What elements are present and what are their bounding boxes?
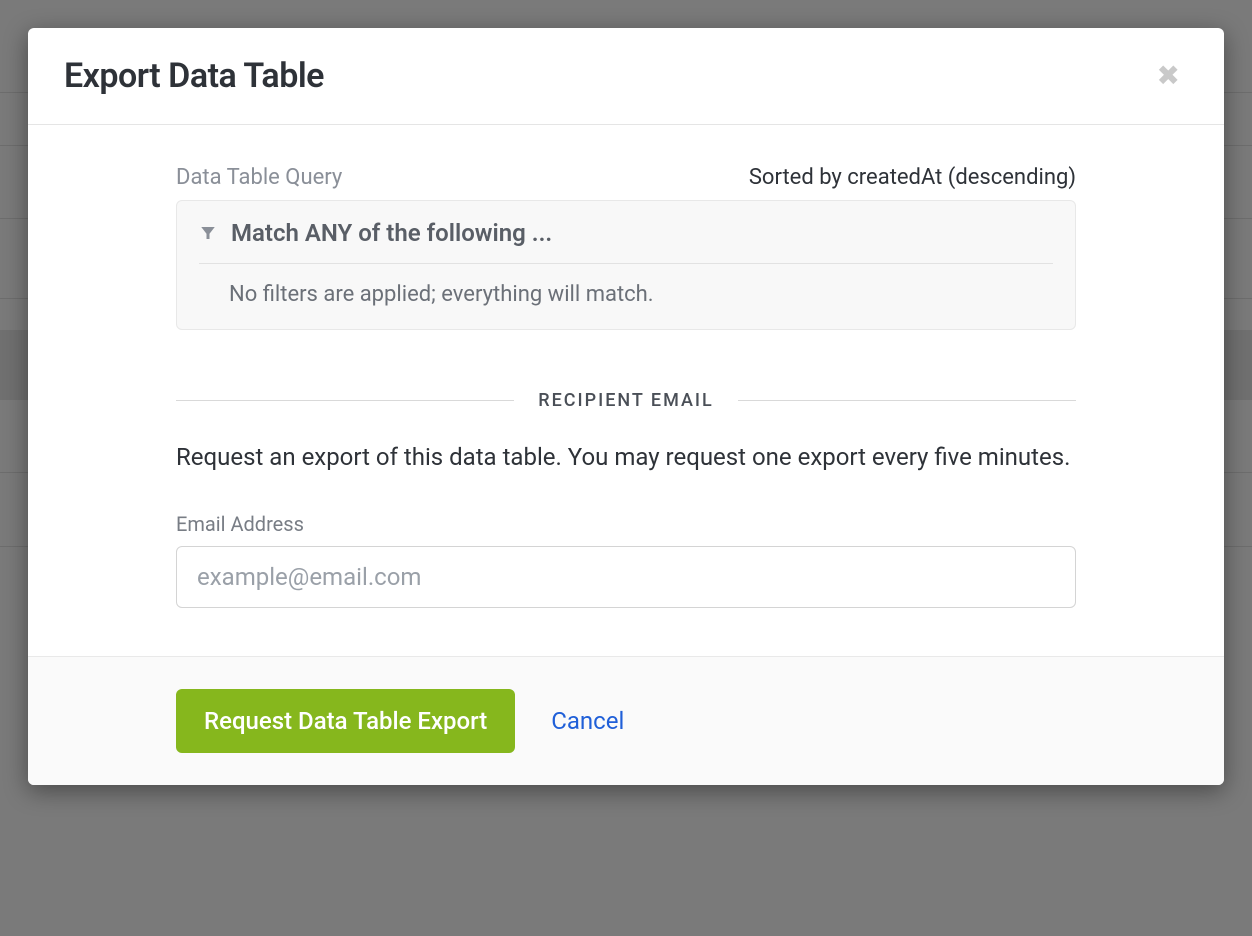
query-label: Data Table Query — [176, 165, 342, 190]
close-icon[interactable]: ✖ — [1149, 58, 1188, 94]
query-status-text: No filters are applied; everything will … — [199, 264, 1053, 307]
query-match-text: Match ANY of the following ... — [231, 219, 552, 247]
divider-line-right — [738, 400, 1076, 401]
modal-body: Data Table Query Sorted by createdAt (de… — [28, 125, 1224, 656]
sort-indicator: Sorted by createdAt (descending) — [749, 165, 1076, 190]
filter-icon — [199, 224, 217, 242]
modal-header: Export Data Table ✖ — [28, 28, 1224, 125]
query-header-row: Data Table Query Sorted by createdAt (de… — [176, 165, 1076, 190]
email-field-label: Email Address — [176, 512, 1076, 536]
section-divider: RECIPIENT EMAIL — [176, 390, 1076, 411]
query-match-row: Match ANY of the following ... — [199, 219, 1053, 264]
query-box: Match ANY of the following ... No filter… — [176, 200, 1076, 330]
email-input[interactable] — [176, 546, 1076, 608]
modal-footer: Request Data Table Export Cancel — [28, 656, 1224, 785]
request-export-button[interactable]: Request Data Table Export — [176, 689, 515, 753]
divider-label: RECIPIENT EMAIL — [538, 390, 713, 411]
modal-title: Export Data Table — [64, 56, 324, 96]
export-description: Request an export of this data table. Yo… — [176, 439, 1076, 476]
export-data-table-modal: Export Data Table ✖ Data Table Query Sor… — [28, 28, 1224, 785]
divider-line-left — [176, 400, 514, 401]
cancel-button[interactable]: Cancel — [551, 707, 624, 735]
